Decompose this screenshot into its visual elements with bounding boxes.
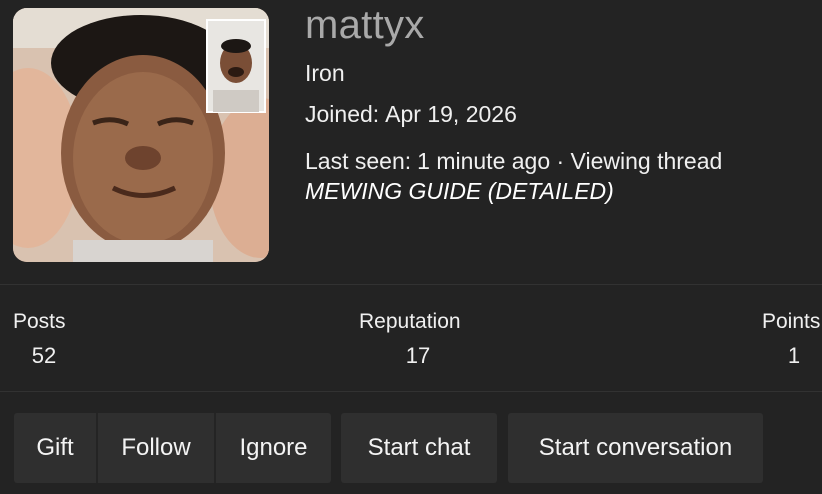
last-seen-label: Last seen: (305, 148, 412, 174)
stat-points[interactable]: Points 1 (762, 310, 822, 369)
username[interactable]: mattyx (305, 3, 425, 48)
stat-points-value: 1 (787, 343, 801, 368)
avatar-image (13, 8, 269, 262)
viewing-thread-link[interactable]: MEWING GUIDE (DETAILED) (305, 178, 614, 205)
member-profile-card: mattyx Iron Joined: Apr 19, 2026 Last see… (0, 0, 822, 494)
stat-points-label: Points (762, 310, 821, 333)
follow-button[interactable]: Follow (98, 413, 216, 483)
joined-label: Joined: (305, 101, 380, 127)
stat-posts-label: Posts (13, 310, 66, 333)
stat-posts-value: 52 (31, 343, 57, 368)
last-seen-text: 1 minute ago · Viewing thread (417, 148, 723, 174)
start-conversation-button[interactable]: Start conversation (508, 413, 763, 483)
profile-actions: Gift Follow Ignore Start chat Start conv… (14, 413, 763, 483)
divider (0, 391, 822, 392)
stat-reputation-label: Reputation (359, 310, 461, 333)
ignore-button[interactable]: Ignore (216, 413, 331, 483)
joined-info: Joined: Apr 19, 2026 (305, 101, 517, 128)
stat-reputation-value: 17 (405, 343, 431, 368)
user-rank: Iron (305, 60, 345, 86)
stat-reputation[interactable]: Reputation 17 (359, 310, 477, 369)
stat-posts[interactable]: Posts 52 (13, 310, 75, 369)
start-chat-button[interactable]: Start chat (341, 413, 497, 483)
last-seen-info: Last seen: 1 minute ago · Viewing thread (305, 144, 722, 178)
gift-button[interactable]: Gift (14, 413, 98, 483)
avatar[interactable] (13, 8, 269, 262)
joined-date: Apr 19, 2026 (385, 101, 517, 127)
divider (0, 284, 822, 285)
